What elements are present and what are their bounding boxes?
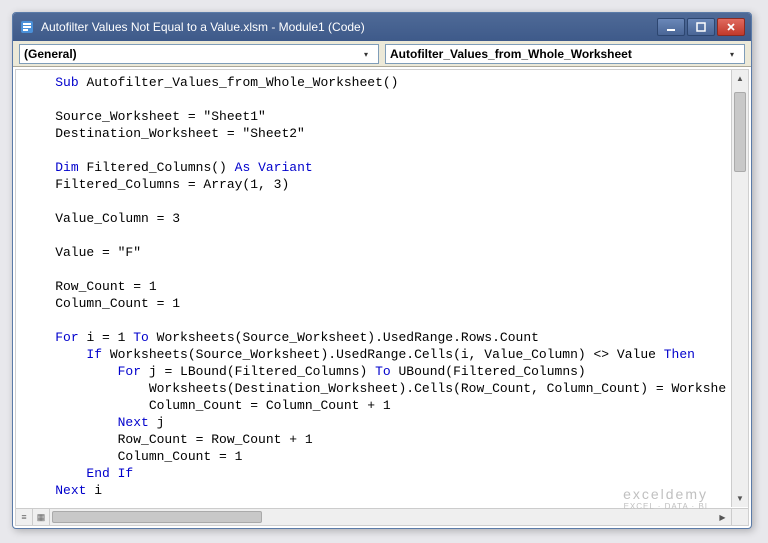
horizontal-scrollbar[interactable]: ≡ ▦ ▶ <box>16 508 731 525</box>
scroll-thumb-horizontal[interactable] <box>52 511 262 523</box>
close-button[interactable] <box>717 18 745 36</box>
chevron-down-icon: ▾ <box>724 46 740 62</box>
object-dropdown-value: (General) <box>24 47 358 61</box>
minimize-button[interactable] <box>657 18 685 36</box>
scroll-corner <box>731 508 748 525</box>
procedure-dropdown[interactable]: Autofilter_Values_from_Whole_Worksheet ▾ <box>385 44 745 64</box>
window-title: Autofilter Values Not Equal to a Value.x… <box>41 20 657 34</box>
scroll-right-arrow-icon[interactable]: ▶ <box>714 509 731 526</box>
vba-code-window: Autofilter Values Not Equal to a Value.x… <box>12 12 752 529</box>
window-controls <box>657 18 745 36</box>
scroll-up-arrow-icon[interactable]: ▲ <box>732 70 748 87</box>
full-module-view-button[interactable]: ▦ <box>33 509 50 526</box>
procedure-view-button[interactable]: ≡ <box>16 509 33 526</box>
code-pane: Sub Autofilter_Values_from_Whole_Workshe… <box>15 69 749 526</box>
scroll-thumb-vertical[interactable] <box>734 92 746 172</box>
object-dropdown[interactable]: (General) ▾ <box>19 44 379 64</box>
titlebar[interactable]: Autofilter Values Not Equal to a Value.x… <box>13 13 751 41</box>
procedure-dropdown-value: Autofilter_Values_from_Whole_Worksheet <box>390 47 724 61</box>
vertical-scrollbar[interactable]: ▲ ▼ <box>731 70 748 507</box>
code-editor[interactable]: Sub Autofilter_Values_from_Whole_Workshe… <box>16 70 748 507</box>
maximize-button[interactable] <box>687 18 715 36</box>
dropdown-bar: (General) ▾ Autofilter_Values_from_Whole… <box>13 41 751 67</box>
app-icon <box>19 19 35 35</box>
chevron-down-icon: ▾ <box>358 46 374 62</box>
scroll-track-horizontal[interactable] <box>50 509 714 525</box>
scroll-down-arrow-icon[interactable]: ▼ <box>732 490 748 507</box>
